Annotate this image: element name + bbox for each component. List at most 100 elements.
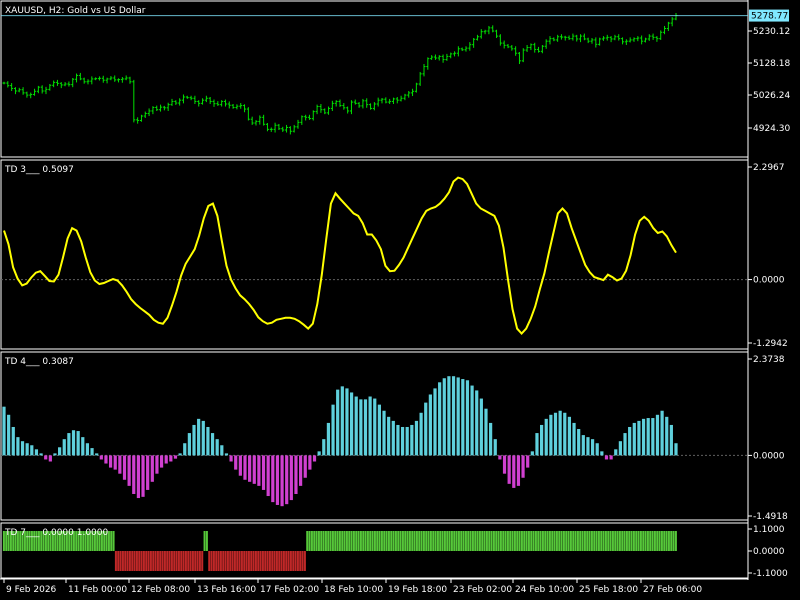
td7-bar: [180, 551, 183, 571]
price-candle: [296, 119, 300, 129]
td4-bar: [502, 455, 507, 474]
price-candle: [655, 36, 659, 42]
td7-bar: [296, 551, 299, 571]
price-candle: [506, 44, 510, 49]
price-candle: [63, 82, 67, 87]
td7-bar: [404, 531, 407, 551]
price-candle: [464, 46, 468, 52]
td4-bar: [553, 412, 558, 456]
price-candle: [567, 35, 571, 40]
td7-bar: [126, 551, 129, 571]
td4-bar: [39, 453, 43, 456]
price-candle: [346, 106, 350, 114]
td7-bar: [142, 551, 145, 571]
td7-bar: [560, 531, 563, 551]
td7-bar: [441, 531, 444, 551]
td3-panel[interactable]: [1, 176, 748, 335]
td7-bar: [219, 551, 222, 571]
td4-bar: [475, 390, 479, 456]
price-candle: [304, 114, 308, 121]
td4-bar: [322, 439, 326, 456]
td4-bar: [451, 376, 456, 456]
price-candle: [75, 73, 79, 83]
td4-bar: [345, 388, 349, 456]
td7-bar: [530, 531, 533, 551]
price-candle: [162, 105, 166, 111]
price-candle: [357, 102, 361, 108]
td4-bar: [479, 398, 483, 456]
td7-bar: [390, 531, 393, 551]
price-candle: [563, 35, 567, 41]
price-candle: [372, 102, 376, 111]
td4-bar: [113, 455, 117, 470]
price-candle: [254, 120, 258, 126]
td7-bar: [448, 531, 451, 551]
td7-bar: [401, 531, 404, 551]
price-candle: [159, 104, 163, 112]
td4-bar: [340, 386, 344, 456]
td4-bar: [85, 443, 90, 456]
td7-bar: [469, 531, 472, 551]
price-candle: [323, 108, 327, 115]
price-candle: [544, 39, 548, 49]
td7-bar: [313, 531, 316, 551]
td7-bar: [196, 551, 199, 571]
td7-bar: [520, 531, 523, 551]
td4-bar: [150, 455, 154, 482]
price-candle: [422, 64, 426, 77]
td4-bar: [530, 451, 534, 456]
td7-bar: [317, 531, 320, 551]
td7-bar: [511, 531, 514, 551]
price-candle: [201, 98, 205, 105]
price-candle: [258, 115, 262, 125]
td7-bar: [334, 531, 337, 551]
td7-bar: [275, 551, 278, 571]
td7-bar: [467, 531, 470, 551]
td7-bar: [525, 531, 528, 551]
td4-bar: [312, 455, 317, 462]
td7-bar: [583, 531, 586, 551]
td7-bar: [443, 531, 446, 551]
td7-bar: [364, 531, 367, 551]
td4-bar: [618, 441, 622, 456]
time-tick-label: 17 Feb 02:00: [260, 585, 319, 595]
td7-bar: [282, 551, 285, 571]
td4-bar: [577, 429, 581, 456]
td7-bar: [635, 531, 638, 551]
td7-bar: [471, 531, 474, 551]
price-candle: [262, 114, 266, 126]
price-tick-label: 5230.12: [753, 27, 790, 37]
td7-bar: [266, 551, 269, 571]
td4-bar: [331, 404, 335, 456]
td7-bar: [574, 531, 577, 551]
td7-label: TD 7___ 0.0000 1.0000: [4, 528, 108, 538]
td7-bar: [201, 551, 204, 571]
trading-chart[interactable]: 5278.77 5230.12 5128.18 5026.24 4924.30 2.29…: [0, 0, 800, 600]
td4-bar: [224, 453, 229, 456]
price-candle: [663, 25, 667, 35]
td7-bar: [240, 551, 243, 571]
td4-bar: [197, 418, 201, 456]
time-tick-label: 18 Feb 10:00: [324, 585, 383, 595]
td3-tick-label: -1.2942: [753, 339, 788, 349]
time-tick-label: 13 Feb 16:00: [197, 585, 256, 595]
td4-bar: [164, 455, 168, 464]
td4-panel[interactable]: [1, 376, 748, 507]
td4-bar: [30, 445, 34, 456]
price-candle: [628, 37, 632, 43]
price-candle: [342, 103, 346, 110]
td4-bar: [173, 455, 178, 459]
price-candle: [307, 114, 311, 120]
td4-bar: [521, 455, 525, 478]
price-panel[interactable]: 5278.77: [1, 9, 789, 135]
price-candle: [128, 76, 132, 84]
td7-bar: [175, 551, 178, 571]
price-candle: [17, 87, 21, 93]
td7-bar: [551, 531, 554, 551]
symbol-title: XAUUSD, H2: Gold vs US Dollar: [5, 6, 146, 16]
td4-bar: [447, 376, 451, 456]
td7-bar: [509, 531, 512, 551]
td7-bar: [264, 551, 267, 571]
td7-bar: [327, 531, 330, 551]
price-candle: [582, 33, 586, 41]
